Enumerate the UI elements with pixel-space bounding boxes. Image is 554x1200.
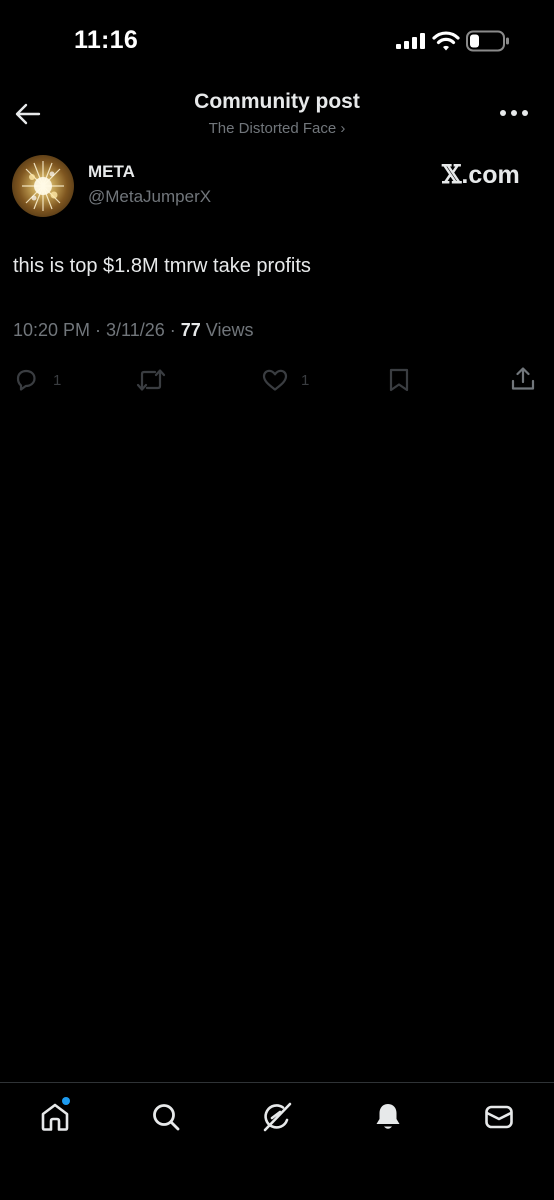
nav-messages-button[interactable] xyxy=(483,1101,515,1133)
xcom-watermark: 𝕏.com xyxy=(442,160,520,190)
home-icon xyxy=(41,1103,69,1131)
page-title: Community post xyxy=(194,90,360,113)
repost-button[interactable] xyxy=(136,367,166,393)
author-name[interactable]: META xyxy=(88,162,135,182)
cellular-signal-icon xyxy=(396,33,426,49)
share-button[interactable] xyxy=(510,366,536,392)
mail-icon xyxy=(485,1105,513,1129)
like-count: 1 xyxy=(301,372,310,389)
avatar[interactable] xyxy=(12,155,74,217)
post-text: this is top $1.8M tmrw take profits xyxy=(13,255,311,277)
bell-icon xyxy=(376,1104,400,1129)
views-count: 77 xyxy=(180,320,201,340)
more-options-button[interactable] xyxy=(498,108,530,118)
views-label: Views xyxy=(200,320,254,340)
post-meta: 10:20 PM · 3/11/26 · 77 Views xyxy=(13,320,254,341)
watermark-suffix: .com xyxy=(461,161,520,189)
nav-grok-button[interactable] xyxy=(261,1101,293,1133)
bookmark-icon xyxy=(389,368,409,392)
grok-icon xyxy=(263,1102,292,1132)
author-handle[interactable]: @MetaJumperX xyxy=(88,187,211,207)
battery-icon xyxy=(466,30,510,52)
nav-notifications-button[interactable] xyxy=(372,1101,404,1133)
community-link[interactable]: The Distorted Face › xyxy=(0,120,554,137)
nav-divider xyxy=(0,1082,554,1083)
more-horizontal-icon xyxy=(500,110,528,116)
reply-count: 1 xyxy=(53,372,62,389)
x-logo-glyph: 𝕏 xyxy=(442,160,462,189)
reply-button[interactable] xyxy=(13,367,39,393)
repost-icon xyxy=(136,369,166,391)
search-icon xyxy=(153,1104,180,1131)
nav-home-button[interactable] xyxy=(39,1101,71,1133)
nav-search-button[interactable] xyxy=(150,1101,182,1133)
bookmark-button[interactable] xyxy=(386,367,412,393)
heart-icon xyxy=(262,369,288,391)
home-notification-dot xyxy=(62,1097,70,1105)
share-icon xyxy=(511,367,535,390)
reply-icon xyxy=(16,369,36,391)
like-button[interactable] xyxy=(261,367,288,393)
post-timestamp[interactable]: 10:20 PM · 3/11/26 · xyxy=(13,320,181,340)
status-time: 11:16 xyxy=(74,26,139,54)
wifi-icon xyxy=(432,30,460,52)
